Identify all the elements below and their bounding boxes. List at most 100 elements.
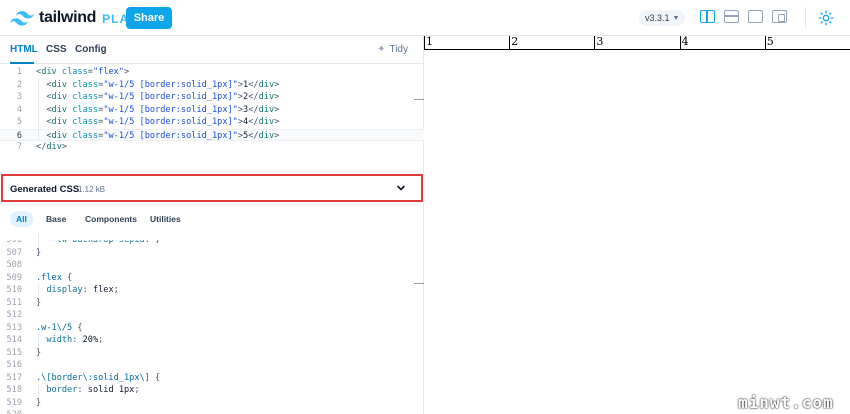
line-number: 510 [6, 285, 22, 295]
code-line: 516 [0, 359, 424, 372]
preview-cell: 3 [594, 36, 679, 50]
line-number: 509 [6, 272, 22, 283]
code-line: 506 --tw-backdrop-sepia: ; [0, 234, 424, 247]
line-number: 519 [6, 397, 22, 408]
app-header: tailwind PLAY Share v3.3.1 ▼ [0, 0, 850, 36]
code-line: 2 <div class="w-1/5 [border:solid_1px]">… [0, 78, 424, 91]
layout-switcher [700, 10, 787, 23]
code-text: <div class="w-1/5 [border:solid_1px]">4<… [46, 117, 280, 127]
line-number: 7 [16, 142, 22, 152]
sparkle-icon: ✦ [377, 44, 386, 55]
code-line: 514 width: 20%; [0, 334, 424, 347]
code-text: .flex { [36, 272, 73, 283]
code-text: </div> [36, 142, 68, 152]
code-line: 507} [0, 247, 424, 260]
layout-horizontal-icon[interactable] [724, 10, 739, 23]
preview-pane: 1 2 3 4 5 [424, 36, 850, 414]
code-text: <div class="w-1/5 [border:solid_1px]">1<… [46, 79, 280, 90]
line-number: 518 [6, 385, 22, 395]
chevron-down-icon: ▼ [672, 14, 680, 22]
code-line: 515} [0, 347, 424, 360]
code-text: } [36, 347, 42, 358]
preview-cell: 1 [424, 36, 509, 50]
code-line: 511} [0, 297, 424, 310]
code-text: <div class="w-1/5 [border:solid_1px]">2<… [46, 92, 280, 102]
line-number: 517 [6, 372, 22, 383]
line-number: 508 [6, 260, 22, 270]
header-divider [805, 7, 806, 29]
code-line: 519} [0, 397, 424, 410]
tidy-label: Tidy [389, 44, 408, 55]
code-text: } [36, 297, 42, 308]
line-number: 4 [16, 104, 22, 115]
logo-wordmark: tailwind [39, 9, 97, 26]
code-line: 520 [0, 409, 424, 414]
watermark: minwt.com [738, 393, 834, 412]
code-line: 4 <div class="w-1/5 [border:solid_1px]">… [0, 103, 424, 116]
line-number: 515 [6, 347, 22, 358]
line-number: 2 [16, 79, 22, 90]
layout-editor-only-icon[interactable] [748, 10, 763, 23]
code-line: 1 <div class="flex"> [0, 66, 424, 79]
line-number: 5 [16, 117, 22, 127]
code-line: 518 border: solid 1px; [0, 384, 424, 397]
preview-cell: 4 [679, 36, 765, 50]
version-label: v3.3.1 [645, 13, 670, 23]
code-text: border: solid 1px; [46, 385, 140, 395]
code-text: } [36, 397, 42, 408]
share-button[interactable]: Share [126, 7, 172, 29]
css-tab-all[interactable]: All [10, 211, 33, 227]
tailwind-logo-icon [10, 10, 34, 26]
preview-flex-row: 1 2 3 4 5 [424, 36, 850, 50]
code-line: 5 <div class="w-1/5 [border:solid_1px]">… [0, 116, 424, 129]
highlight-box [1, 174, 423, 202]
version-select[interactable]: v3.3.1 ▼ [639, 10, 686, 26]
line-number: 512 [6, 310, 22, 320]
code-line: 512 [0, 309, 424, 322]
line-number: 3 [16, 92, 22, 102]
active-tab-indicator [10, 62, 34, 64]
html-code-editor[interactable]: 1 <div class="flex"> 2 <div class="w-1/5 [… [0, 66, 424, 154]
logo[interactable]: tailwind PLAY [10, 9, 137, 27]
layout-responsive-icon[interactable] [772, 10, 787, 23]
code-text: } [36, 247, 42, 258]
code-text: width: 20%; [46, 335, 104, 345]
code-text: <div class="flex"> [36, 67, 130, 77]
code-text: .\[border\:solid_1px\] { [36, 372, 161, 383]
tab-html[interactable]: HTML [10, 44, 38, 55]
resize-handle[interactable] [414, 99, 424, 100]
line-number: 507 [6, 247, 22, 258]
code-text: <div class="w-1/5 [border:solid_1px]">3<… [46, 104, 280, 115]
layout-vertical-icon[interactable] [700, 10, 715, 23]
line-number: 513 [6, 322, 22, 333]
code-line: 510 display: flex; [0, 284, 424, 297]
generated-css-code: 506 --tw-backdrop-sepia: ; 507} 508 509 .fle… [0, 234, 424, 414]
css-tab-base[interactable]: Base [40, 211, 72, 227]
line-number: 506 [6, 235, 22, 245]
line-number: 516 [6, 360, 22, 370]
tab-css[interactable]: CSS [46, 44, 67, 55]
code-line: 517 .\[border\:solid_1px\] { [0, 372, 424, 385]
code-line: 7 </div> [0, 141, 424, 154]
editor-tabs: HTML CSS Config ✦ Tidy [0, 36, 424, 64]
line-number: 520 [0, 409, 22, 414]
css-tab-components[interactable]: Components [79, 211, 143, 227]
code-text: .w-1\/5 { [36, 322, 83, 333]
code-line: 513 .w-1\/5 { [0, 322, 424, 335]
sun-icon[interactable] [818, 10, 834, 26]
resize-handle[interactable] [414, 283, 424, 284]
editor-pane: HTML CSS Config ✦ Tidy 1 <div class="flex… [0, 36, 424, 414]
tidy-button[interactable]: ✦ Tidy [377, 44, 408, 55]
code-line: 6 <div class="w-1/5 [border:solid_1px]">… [0, 128, 424, 141]
preview-cell: 2 [509, 36, 594, 50]
line-number: 514 [6, 335, 22, 345]
code-text: display: flex; [46, 285, 119, 295]
css-filter-tabs: All Base Components Utilities [0, 208, 424, 228]
code-line: 509 .flex { [0, 272, 424, 285]
line-number: 1 [16, 67, 22, 77]
css-tab-utilities[interactable]: Utilities [144, 211, 187, 227]
tab-config[interactable]: Config [75, 44, 107, 55]
code-line: 3 <div class="w-1/5 [border:solid_1px]">… [0, 91, 424, 104]
preview-cell: 5 [764, 36, 850, 50]
code-text: --tw-backdrop-sepia: ; [46, 235, 161, 245]
